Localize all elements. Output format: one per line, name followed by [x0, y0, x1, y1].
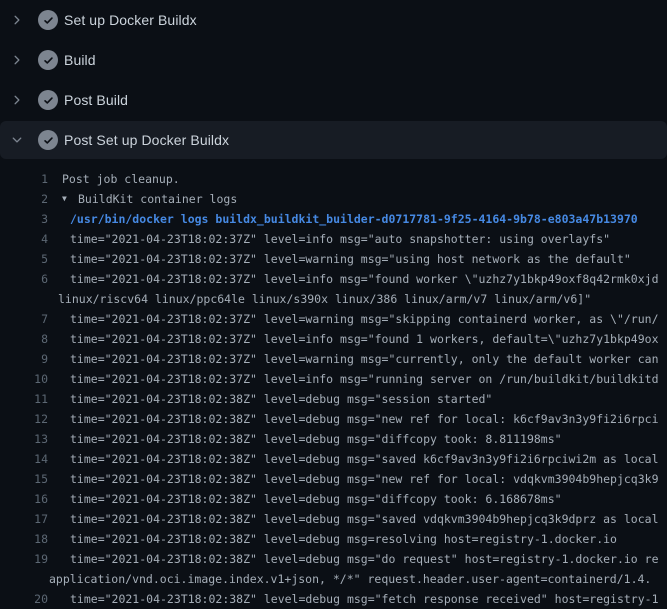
log-line: 9 time="2021-04-23T18:02:37Z" level=warni…: [0, 349, 667, 369]
log-line: 4 time="2021-04-23T18:02:37Z" level=info …: [0, 229, 667, 249]
chevron-right-icon[interactable]: [10, 92, 24, 108]
log-text: time="2021-04-23T18:02:38Z" level=debug …: [70, 469, 659, 489]
log-text: time="2021-04-23T18:02:37Z" level=info m…: [70, 369, 659, 389]
log-line: 11 time="2021-04-23T18:02:38Z" level=debu…: [0, 389, 667, 409]
job-steps-list: Set up Docker Buildx Build Post Build Po…: [0, 0, 667, 160]
step-label: Post Build: [64, 92, 128, 108]
step-row-set-up-docker-buildx[interactable]: Set up Docker Buildx: [0, 0, 667, 40]
line-number[interactable]: 12: [0, 409, 48, 429]
log-line: 16 time="2021-04-23T18:02:38Z" level=debu…: [0, 489, 667, 509]
log-text: time="2021-04-23T18:02:37Z" level=warnin…: [70, 309, 659, 329]
line-number[interactable]: 16: [0, 489, 48, 509]
line-number[interactable]: 19: [0, 549, 48, 569]
line-number[interactable]: 8: [0, 329, 48, 349]
step-row-post-build[interactable]: Post Build: [0, 80, 667, 120]
log-line: 2 ▼ BuildKit container logs: [0, 189, 667, 209]
log-text: time="2021-04-23T18:02:38Z" level=debug …: [70, 509, 659, 529]
log-line: 13 time="2021-04-23T18:02:38Z" level=debu…: [0, 429, 667, 449]
line-number[interactable]: 4: [0, 229, 48, 249]
group-expanded-triangle-icon[interactable]: ▼: [62, 189, 67, 209]
log-text: time="2021-04-23T18:02:37Z" level=info m…: [70, 269, 659, 289]
step-row-post-set-up-docker-buildx[interactable]: Post Set up Docker Buildx: [0, 121, 667, 159]
log-text: time="2021-04-23T18:02:38Z" level=debug …: [70, 389, 492, 409]
line-number[interactable]: 10: [0, 369, 48, 389]
log-line: 3/usr/bin/docker logs buildx_buildkit_bu…: [0, 209, 667, 229]
log-text: linux/riscv64 linux/ppc64le linux/s390x …: [58, 289, 591, 309]
check-circle-icon: [38, 50, 58, 70]
line-number[interactable]: 18: [0, 529, 48, 549]
log-line: 12 time="2021-04-23T18:02:38Z" level=debu…: [0, 409, 667, 429]
log-text: BuildKit container logs: [78, 189, 237, 209]
log-viewer: 1 Post job cleanup. 2 ▼ BuildKit container l…: [0, 160, 667, 609]
log-line: 15 time="2021-04-23T18:02:38Z" level=debu…: [0, 469, 667, 489]
log-line: 7 time="2021-04-23T18:02:37Z" level=warni…: [0, 309, 667, 329]
log-text: time="2021-04-23T18:02:37Z" level=warnin…: [70, 249, 631, 269]
line-number[interactable]: 9: [0, 349, 48, 369]
log-text: time="2021-04-23T18:02:38Z" level=debug …: [70, 409, 659, 429]
log-text: time="2021-04-23T18:02:37Z" level=info m…: [70, 229, 610, 249]
log-line: 19 time="2021-04-23T18:02:38Z" level=debu…: [0, 549, 667, 569]
line-number[interactable]: 6: [0, 269, 48, 289]
log-text: application/vnd.oci.image.index.v1+json,…: [49, 569, 651, 589]
line-number[interactable]: 5: [0, 249, 48, 269]
log-line: 8 time="2021-04-23T18:02:37Z" level=info …: [0, 329, 667, 349]
check-circle-icon: [38, 90, 58, 110]
line-number[interactable]: 13: [0, 429, 48, 449]
line-number[interactable]: 20: [0, 589, 48, 609]
log-text: time="2021-04-23T18:02:37Z" level=warnin…: [70, 349, 659, 369]
line-number[interactable]: 7: [0, 309, 48, 329]
step-label: Set up Docker Buildx: [64, 12, 197, 28]
chevron-right-icon[interactable]: [10, 52, 24, 68]
line-number[interactable]: 17: [0, 509, 48, 529]
log-text: time="2021-04-23T18:02:38Z" level=debug …: [70, 429, 562, 449]
log-line: 6 time="2021-04-23T18:02:37Z" level=info …: [0, 269, 667, 289]
log-line: application/vnd.oci.image.index.v1+json,…: [0, 569, 667, 589]
log-text: time="2021-04-23T18:02:38Z" level=debug …: [70, 489, 562, 509]
step-label: Build: [64, 52, 96, 68]
log-text: time="2021-04-23T18:02:37Z" level=info m…: [70, 329, 659, 349]
step-label: Post Set up Docker Buildx: [64, 132, 229, 148]
log-line: 10 time="2021-04-23T18:02:37Z" level=info…: [0, 369, 667, 389]
log-line: 17 time="2021-04-23T18:02:38Z" level=debu…: [0, 509, 667, 529]
log-line: 20 time="2021-04-23T18:02:38Z" level=debu…: [0, 589, 667, 609]
log-line: 18 time="2021-04-23T18:02:38Z" level=debu…: [0, 529, 667, 549]
log-text: time="2021-04-23T18:02:38Z" level=debug …: [70, 529, 617, 549]
line-number[interactable]: 2: [0, 189, 48, 209]
log-line: 1 Post job cleanup.: [0, 169, 667, 189]
chevron-down-icon[interactable]: [10, 132, 24, 148]
chevron-right-icon[interactable]: [10, 12, 24, 28]
log-line: linux/riscv64 linux/ppc64le linux/s390x …: [0, 289, 667, 309]
line-number[interactable]: 11: [0, 389, 48, 409]
step-row-build[interactable]: Build: [0, 40, 667, 80]
line-number[interactable]: 3: [0, 209, 48, 229]
log-text: time="2021-04-23T18:02:38Z" level=debug …: [70, 549, 659, 569]
log-text: time="2021-04-23T18:02:38Z" level=debug …: [70, 589, 659, 609]
log-line: 14 time="2021-04-23T18:02:38Z" level=debu…: [0, 449, 667, 469]
command-text: /usr/bin/docker logs buildx_buildkit_bui…: [70, 209, 638, 229]
line-number[interactable]: 14: [0, 449, 48, 469]
line-number[interactable]: 1: [0, 169, 48, 189]
check-circle-icon: [38, 10, 58, 30]
log-text: Post job cleanup.: [62, 169, 180, 189]
log-line: 5 time="2021-04-23T18:02:37Z" level=warni…: [0, 249, 667, 269]
log-text: time="2021-04-23T18:02:38Z" level=debug …: [70, 449, 659, 469]
check-circle-icon: [38, 130, 58, 150]
line-number[interactable]: 15: [0, 469, 48, 489]
